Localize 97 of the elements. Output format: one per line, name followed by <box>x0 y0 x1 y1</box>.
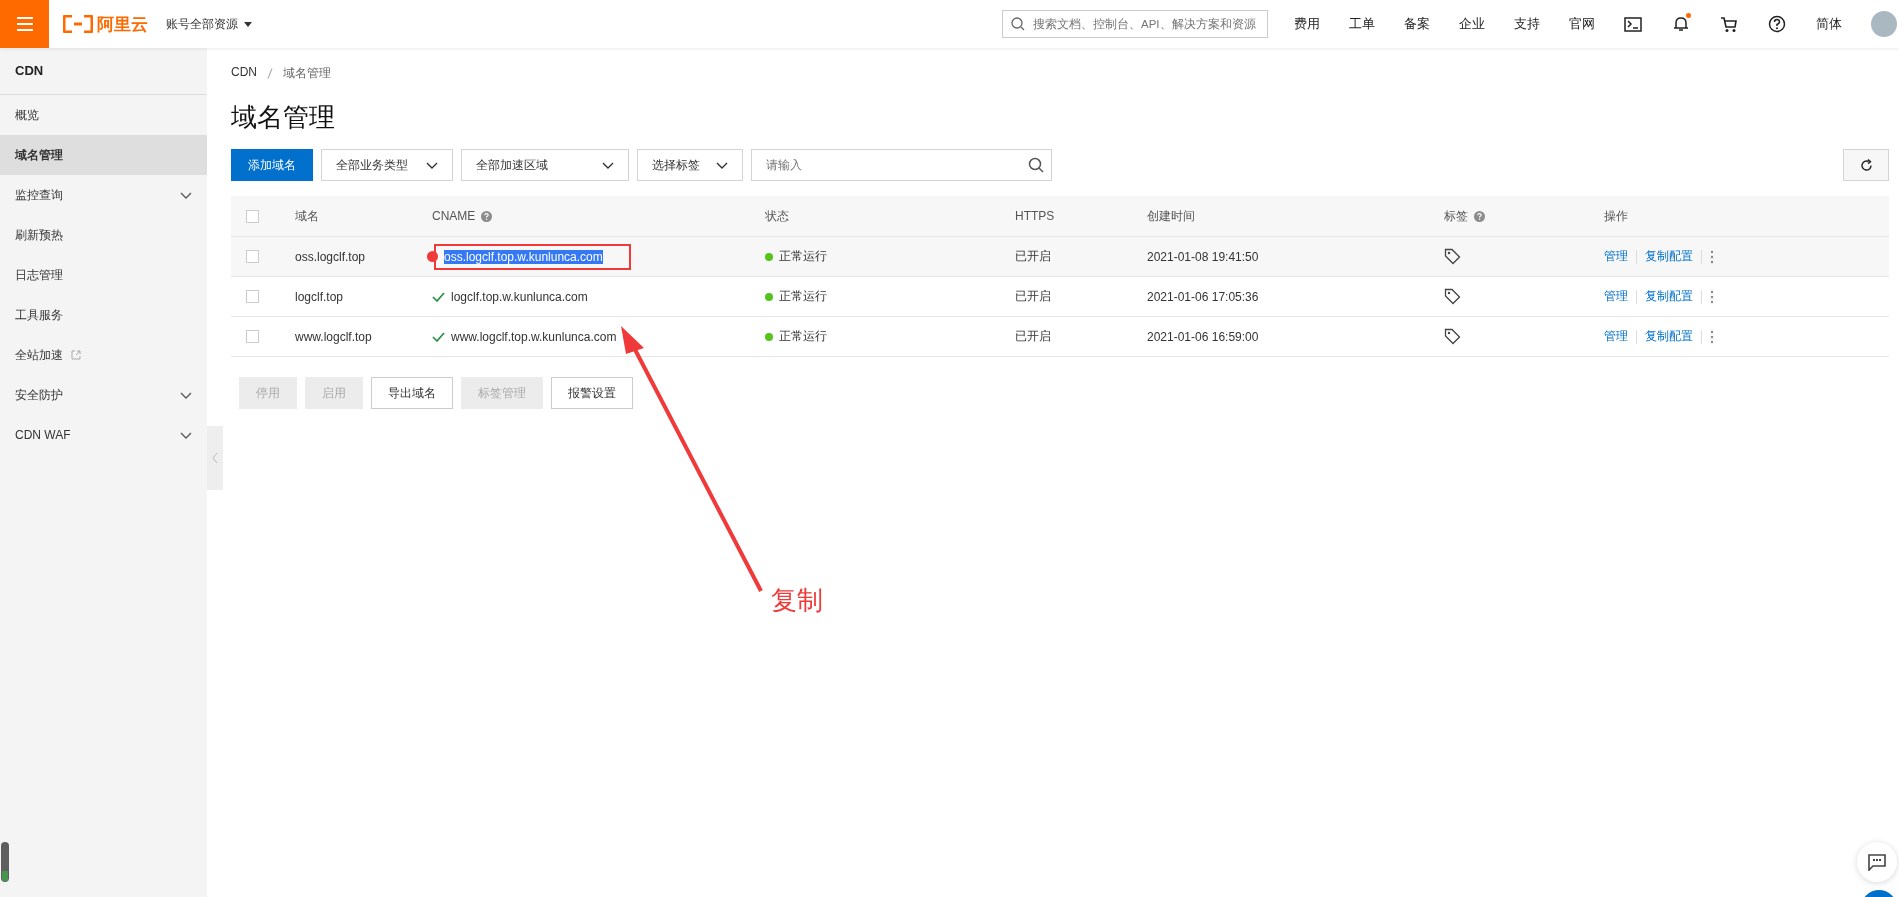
refresh-button[interactable] <box>1843 149 1889 181</box>
brand-name: 阿里云 <box>97 13 148 36</box>
more-icon[interactable] <box>1710 329 1714 344</box>
menu-button[interactable] <box>0 0 49 48</box>
https-cell: 已开启 <box>1015 328 1051 345</box>
action-link[interactable]: 复制配置 <box>1645 288 1693 305</box>
more-icon[interactable] <box>1710 249 1714 264</box>
filter-dropdown[interactable]: 全部业务类型 <box>321 149 453 181</box>
action-link[interactable]: 复制配置 <box>1645 328 1693 345</box>
created-time-cell: 2021-01-06 17:05:36 <box>1147 289 1259 304</box>
cart-icon[interactable] <box>1720 15 1738 33</box>
status-cell: 正常运行 <box>779 328 827 345</box>
https-cell: 已开启 <box>1015 248 1051 265</box>
row-checkbox[interactable] <box>246 290 259 303</box>
status-cell: 正常运行 <box>779 288 827 305</box>
bell-icon[interactable] <box>1672 15 1690 33</box>
chat-icon <box>1868 853 1886 871</box>
sidebar-item[interactable]: 日志管理 <box>0 255 207 295</box>
caret-icon <box>244 21 252 27</box>
created-time-cell: 2021-01-06 16:59:00 <box>1147 329 1259 344</box>
nav-link[interactable]: 工单 <box>1349 15 1375 33</box>
column-header: HTTPS <box>1015 209 1055 223</box>
cname-cell: www.logclf.top.w.kunlunca.com <box>451 329 617 344</box>
select-all-checkbox[interactable] <box>246 209 259 223</box>
sidebar-item[interactable]: 监控查询 <box>0 175 207 215</box>
account-menu[interactable]: 账号全部资源 <box>166 15 252 33</box>
level-indicator-drawing <box>0 842 10 882</box>
breadcrumb-link[interactable]: 域名管理 <box>283 65 331 82</box>
domain-cell: oss.logclf.top <box>295 249 366 264</box>
add-domain-button[interactable]: 添加域名 <box>231 149 313 181</box>
chevron-down-icon <box>426 161 438 169</box>
sidebar-item[interactable]: 工具服务 <box>0 295 207 335</box>
sidebar-item[interactable]: CDN WAF <box>0 415 207 455</box>
tag-icon[interactable] <box>1444 288 1461 305</box>
chevron-left-icon <box>212 452 218 464</box>
row-checkbox[interactable] <box>246 250 259 263</box>
breadcrumb-link[interactable]: CDN <box>231 65 257 82</box>
nav-link[interactable]: 官网 <box>1569 15 1595 33</box>
more-icon[interactable] <box>1710 289 1714 304</box>
cname-cell: oss.logclf.top.w.kunlunca.com <box>444 249 603 264</box>
nav-link[interactable]: 企业 <box>1459 15 1485 33</box>
column-header: 标签 <box>1444 207 1468 225</box>
sidebar-item[interactable]: 概览 <box>0 95 207 135</box>
table-row[interactable]: logclf.top logclf.top.w.kunlunca.com 正常运行 已开启 2021-01-06 17:05:36 管理 复制配置 <box>231 277 1889 317</box>
action-link[interactable]: 管理 <box>1604 248 1628 265</box>
logo-icon <box>63 15 93 33</box>
sidebar-item[interactable]: 全站加速 <box>0 335 207 375</box>
filter-dropdown[interactable]: 选择标签 <box>637 149 743 181</box>
status-cell: 正常运行 <box>779 248 827 265</box>
column-header: 状态 <box>765 207 789 225</box>
chevron-down-icon <box>716 161 728 169</box>
chevron-down-icon <box>602 161 614 169</box>
table-row[interactable]: oss.logclf.top oss.logclf.top.w.kunlunca.com 正常运行 已开启 2021-01-08 19:41:50 管理 复制配置 <box>231 237 1889 277</box>
terminal-icon[interactable] <box>1624 16 1642 32</box>
refresh-icon <box>1859 158 1873 172</box>
tag-icon[interactable] <box>1444 248 1461 265</box>
sidebar-item[interactable]: 刷新预热 <box>0 215 207 255</box>
external-link-icon <box>71 350 81 360</box>
cname-cell: logclf.top.w.kunlunca.com <box>451 289 588 304</box>
sidebar-title: CDN <box>0 48 207 95</box>
sidebar-item[interactable]: 域名管理 <box>0 135 207 175</box>
column-header: 操作 <box>1604 207 1628 225</box>
nav-link[interactable]: 支持 <box>1514 15 1540 33</box>
page-title: 域名管理 <box>231 101 336 134</box>
chevron-down-icon <box>180 391 192 399</box>
column-header: 创建时间 <box>1147 207 1195 225</box>
domain-cell: www.logclf.top <box>295 329 372 344</box>
column-header: CNAME <box>432 209 476 223</box>
language-link[interactable]: 简体 <box>1816 15 1842 33</box>
breadcrumb-separator-icon <box>267 68 273 79</box>
search-icon <box>1028 157 1044 173</box>
sidebar-collapse-handle[interactable] <box>207 426 223 490</box>
column-header: 域名 <box>295 207 319 225</box>
nav-link[interactable]: 备案 <box>1404 15 1430 33</box>
domain-cell: logclf.top <box>295 289 344 304</box>
tag-icon[interactable] <box>1444 328 1461 345</box>
help-icon[interactable] <box>1768 15 1786 33</box>
https-cell: 已开启 <box>1015 288 1051 305</box>
created-time-cell: 2021-01-08 19:41:50 <box>1147 249 1259 264</box>
search-field[interactable]: 请输入 <box>751 149 1052 181</box>
avatar[interactable] <box>1871 11 1897 37</box>
search-icon <box>1011 17 1025 31</box>
bulk-action-button[interactable]: 导出域名 <box>371 377 453 409</box>
search-field[interactable]: 搜索文档、控制台、API、解决方案和资源 <box>1002 10 1268 38</box>
action-link[interactable]: 管理 <box>1604 288 1628 305</box>
menu-icon <box>16 17 33 31</box>
action-link[interactable]: 复制配置 <box>1645 248 1693 265</box>
chat-button[interactable] <box>1857 842 1897 882</box>
filter-dropdown[interactable]: 全部加速区域 <box>461 149 629 181</box>
chevron-down-icon <box>180 431 192 439</box>
bulk-action-button[interactable]: 报警设置 <box>551 377 633 409</box>
action-link[interactable]: 管理 <box>1604 328 1628 345</box>
annotation-label: 复制 <box>771 584 823 617</box>
nav-link[interactable]: 费用 <box>1294 15 1320 33</box>
row-checkbox[interactable] <box>246 330 259 343</box>
chevron-down-icon <box>180 191 192 199</box>
sidebar-item[interactable]: 安全防护 <box>0 375 207 415</box>
